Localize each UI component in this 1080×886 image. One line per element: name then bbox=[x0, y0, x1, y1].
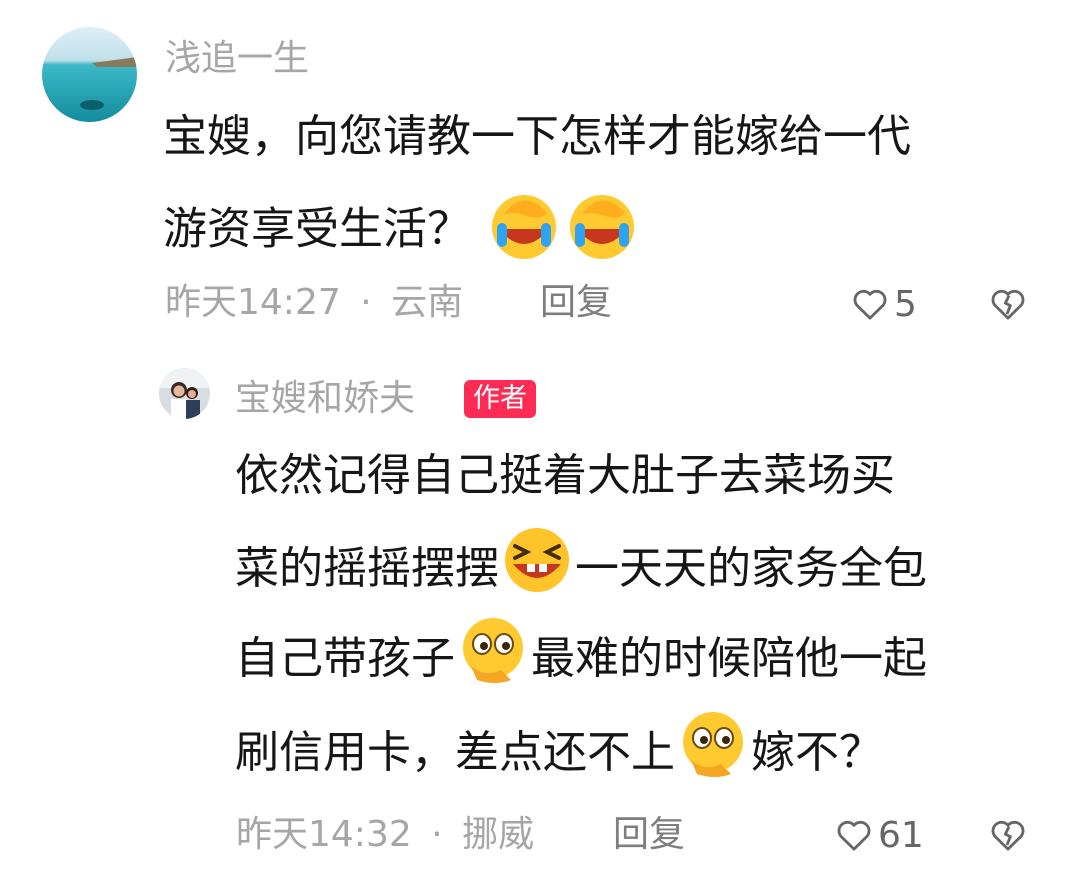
reply-like-count: 61 bbox=[878, 814, 924, 856]
reply-like-button[interactable]: 61 bbox=[834, 814, 924, 856]
reply-reply-button[interactable]: 回复 bbox=[613, 812, 685, 858]
author-username[interactable]: 宝嫂和娇夫 bbox=[235, 376, 415, 422]
reply-text-line-4a: 刷信用卡，差点还不上 bbox=[235, 727, 675, 778]
thinking-eyes-emoji-icon bbox=[455, 614, 531, 708]
reply-text-line-3: 自己带孩子 最难的时候陪他一起 bbox=[235, 614, 927, 708]
heart-outline-icon bbox=[850, 284, 890, 324]
reply-text-line-4b: 嫁不？ bbox=[751, 727, 883, 778]
commenter-username[interactable]: 浅追一生 bbox=[165, 36, 309, 82]
comment-text-line-1: 宝嫂，向您请教一下怎样才能嫁给一代 bbox=[163, 111, 911, 162]
broken-heart-icon bbox=[988, 820, 1028, 859]
reply-text-line-2b: 一天天的家务全包 bbox=[575, 543, 927, 594]
grinning-squint-emoji-icon bbox=[499, 524, 575, 618]
reply-text-line-3b: 最难的时候陪他一起 bbox=[531, 633, 927, 684]
facepalm-laughing-emoji-icon bbox=[563, 189, 641, 274]
reply-location: 挪威 bbox=[462, 814, 535, 855]
comment-dislike-button[interactable] bbox=[988, 284, 1028, 324]
thinking-eyes-emoji-icon bbox=[675, 708, 751, 802]
broken-heart-icon bbox=[988, 289, 1028, 328]
reply-timestamp: 昨天14:32 bbox=[236, 814, 412, 855]
meta-separator: · bbox=[360, 282, 372, 323]
reply-text-line-2a: 菜的摇摇摆摆 bbox=[235, 543, 499, 594]
meta-separator: · bbox=[431, 814, 443, 855]
comment-text-line-2-text: 游资享受生活？ bbox=[163, 203, 471, 255]
reply-text-line-3a: 自己带孩子 bbox=[235, 633, 455, 684]
facepalm-laughing-emoji-icon bbox=[485, 189, 563, 274]
comment-timestamp: 昨天14:27 bbox=[165, 282, 341, 323]
reply-text-line-4: 刷信用卡，差点还不上 嫁不？ bbox=[235, 708, 883, 802]
commenter-avatar[interactable] bbox=[42, 27, 137, 122]
heart-outline-icon bbox=[834, 815, 874, 855]
reply-dislike-button[interactable] bbox=[988, 815, 1028, 855]
comment-reply-button[interactable]: 回复 bbox=[540, 280, 612, 326]
reply-text-line-2: 菜的摇摇摆摆 一天天的家务全包 bbox=[235, 524, 927, 618]
comment-text-line-2: 游资享受生活？ bbox=[163, 189, 641, 274]
comment-like-count: 5 bbox=[894, 283, 917, 325]
comment-like-button[interactable]: 5 bbox=[850, 283, 917, 325]
author-avatar[interactable] bbox=[159, 368, 210, 419]
author-badge: 作者 bbox=[464, 380, 536, 418]
comment-location: 云南 bbox=[391, 282, 464, 323]
comment-meta: 昨天14:27 · 云南 bbox=[165, 280, 463, 326]
reply-text-line-1: 依然记得自己挺着大肚子去菜场买 bbox=[235, 450, 895, 501]
reply-meta: 昨天14:32 · 挪威 bbox=[236, 812, 534, 858]
